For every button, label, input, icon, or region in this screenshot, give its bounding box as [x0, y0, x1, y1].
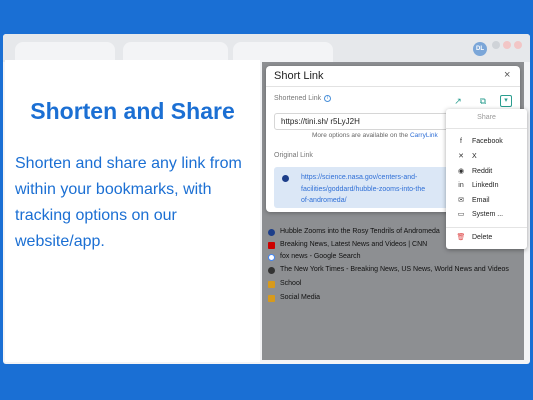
copy-icon[interactable]: ⧉ — [477, 95, 489, 107]
shortened-link-label-text: Shortened Link — [274, 95, 322, 102]
divider — [446, 128, 527, 129]
browser-tab[interactable] — [123, 42, 228, 62]
share-linkedin[interactable]: in LinkedIn — [446, 179, 527, 193]
window-control-dot[interactable] — [514, 41, 522, 49]
bookmark-item[interactable]: fox news - Google Search — [266, 251, 524, 264]
linkedin-icon: in — [458, 182, 464, 189]
trash-icon: 🗑 — [456, 234, 466, 241]
window-control-dot[interactable] — [492, 41, 500, 49]
browser-tab-strip: DL — [3, 34, 530, 62]
nyt-icon — [268, 266, 275, 274]
folder-title: Social Media — [280, 293, 321, 301]
share-item-label: Delete — [472, 234, 493, 241]
share-item-label: Facebook — [472, 138, 503, 145]
promo-description: Shorten and share any link from within y… — [15, 155, 242, 250]
divider — [266, 86, 520, 87]
bookmark-title: fox news - Google Search — [280, 253, 361, 260]
bookmark-folder[interactable]: Social Media — [266, 292, 524, 305]
original-url-line: of-andromeda/ — [301, 197, 347, 204]
close-icon[interactable]: × — [504, 69, 510, 81]
folder-icon — [268, 294, 275, 302]
share-item-label: LinkedIn — [472, 182, 499, 189]
browser-tab[interactable] — [15, 42, 115, 62]
more-options-text: More options are available on the — [312, 132, 409, 139]
share-reddit[interactable]: ◉ Reddit — [446, 165, 527, 179]
nasa-icon — [282, 175, 289, 182]
bookmark-title: The New York Times - Breaking News, US N… — [280, 265, 509, 273]
share-item-label: System ... — [472, 211, 504, 218]
share-email[interactable]: ✉ Email — [446, 194, 527, 208]
divider — [446, 227, 527, 228]
original-link-label: Original Link — [274, 152, 313, 159]
google-icon — [268, 254, 275, 261]
open-link-icon[interactable]: ↗ — [452, 95, 464, 107]
folder-title: School — [280, 280, 302, 287]
bookmark-item[interactable]: The New York Times - Breaking News, US N… — [266, 264, 524, 277]
reddit-icon: ◉ — [457, 168, 465, 175]
x-icon: ✕ — [458, 153, 464, 160]
share-menu-toggle[interactable]: ▾ — [500, 95, 512, 107]
cnn-icon — [268, 241, 275, 249]
bookmark-title: Breaking News, Latest News and Videos | … — [280, 240, 428, 248]
share-item-label: Email — [472, 197, 490, 204]
promo-panel: Shorten and Share Shorten and share any … — [5, 60, 260, 362]
folder-icon — [268, 281, 275, 288]
browser-tab[interactable] — [233, 42, 333, 62]
share-system[interactable]: ▭ System ... — [446, 208, 527, 222]
share-item-label: X — [472, 153, 477, 160]
share-x[interactable]: ✕ X — [446, 150, 527, 164]
share-facebook[interactable]: f Facebook — [446, 135, 527, 149]
share-item-label: Reddit — [472, 168, 493, 175]
share-menu-header: Share — [477, 114, 496, 121]
promo-headline: Shorten and Share — [30, 98, 235, 124]
more-options-note: More options are available on the CarryL… — [312, 132, 438, 139]
bookmark-title: Hubble Zooms into the Rosy Tendrils of A… — [280, 228, 440, 235]
bookmark-folder[interactable]: School — [266, 278, 524, 291]
carrylink-link[interactable]: CarryLink — [410, 132, 438, 139]
dialog-title: Short Link — [274, 70, 324, 82]
short-link-field[interactable]: https://tini.sh/ r5LyJ2H — [274, 113, 449, 130]
shortened-link-label: Shortened Link i — [274, 95, 332, 102]
info-icon[interactable]: i — [324, 95, 332, 102]
system-share-icon: ▭ — [457, 211, 465, 218]
original-url-line: facilities/goddard/hubble-zooms-into-the — [301, 185, 426, 193]
email-icon: ✉ — [458, 197, 464, 204]
original-url-line: https://science.nasa.gov/centers-and- — [301, 174, 418, 181]
original-link-url[interactable]: https://science.nasa.gov/centers-and- fa… — [301, 172, 451, 207]
original-link-box[interactable]: https://science.nasa.gov/centers-and- fa… — [274, 167, 449, 208]
facebook-icon: f — [460, 138, 462, 145]
avatar[interactable]: DL — [473, 42, 487, 56]
nasa-icon — [268, 229, 275, 236]
window-control-dot[interactable] — [503, 41, 511, 49]
share-menu: Share f Facebook ✕ X ◉ Reddit in LinkedIn ✉ E… — [446, 109, 527, 249]
delete-button[interactable]: 🗑 Delete — [446, 231, 527, 245]
